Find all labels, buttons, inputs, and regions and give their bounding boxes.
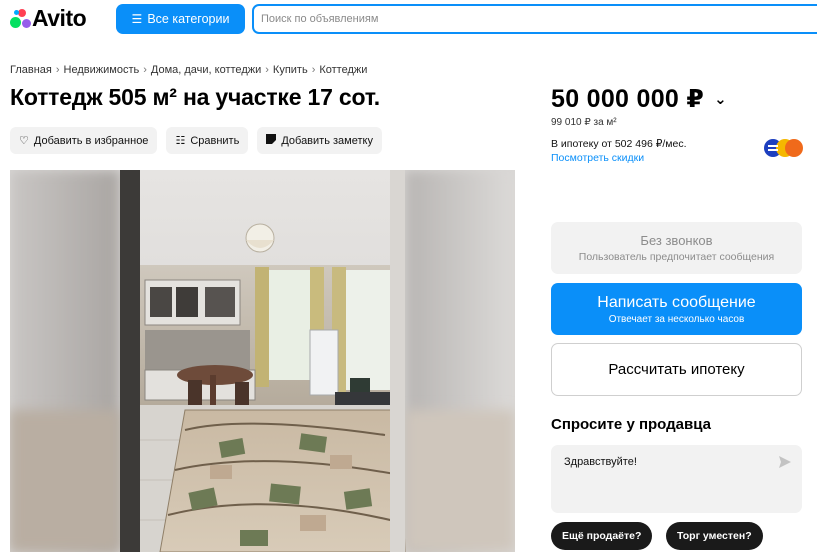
write-message-button[interactable]: Написать сообщение Отвечает за несколько… xyxy=(551,283,802,335)
no-calls-button[interactable]: Без звонков Пользователь предпочитает со… xyxy=(551,222,802,274)
chevron-right-icon: › xyxy=(311,64,316,76)
avito-logo[interactable]: Avito xyxy=(10,4,87,32)
add-note-label: Добавить заметку xyxy=(281,134,373,147)
price-value: 50 000 000 ₽ xyxy=(551,85,705,113)
compare-label: Сравнить xyxy=(190,134,240,147)
heart-icon: ♡ xyxy=(19,135,29,147)
add-to-favorites-label: Добавить в избранное xyxy=(33,134,149,147)
calculate-mortgage-button[interactable]: Рассчитать ипотеку xyxy=(551,343,802,396)
send-icon[interactable] xyxy=(778,455,792,469)
listing-title: Коттедж 505 м² на участке 17 сот. xyxy=(10,84,380,110)
write-message-title: Написать сообщение xyxy=(597,293,756,311)
bank-partner-icon xyxy=(764,139,803,157)
price-per-m2: 99 010 ₽ за м² xyxy=(551,117,617,128)
interior-photo-image xyxy=(10,170,515,552)
chevron-right-icon: › xyxy=(265,64,269,76)
quick-question-still-selling[interactable]: Ещё продаёте? xyxy=(551,522,653,550)
calculate-mortgage-label: Рассчитать ипотеку xyxy=(608,361,745,378)
search-input[interactable] xyxy=(261,13,817,25)
chevron-down-icon[interactable]: ⌄ xyxy=(714,90,727,108)
add-to-favorites-button[interactable]: ♡ Добавить в избранное xyxy=(10,127,158,154)
breadcrumb-buy[interactable]: Купить xyxy=(273,64,308,76)
no-calls-subtitle: Пользователь предпочитает сообщения xyxy=(578,251,775,263)
chevron-right-icon: › xyxy=(55,64,60,76)
compare-button[interactable]: ☷ Сравнить xyxy=(166,127,249,154)
breadcrumb-real-estate[interactable]: Недвижимость xyxy=(64,64,140,76)
breadcrumb-houses[interactable]: Дома, дачи, коттеджи xyxy=(151,64,261,76)
all-categories-button[interactable]: ☰ Все категории xyxy=(116,4,245,34)
logo-dots-icon xyxy=(10,8,31,28)
breadcrumb: Главная › Недвижимость › Дома, дачи, кот… xyxy=(10,64,367,76)
filter-list-icon: ☰ xyxy=(131,12,143,26)
mortgage-monthly: В ипотеку от 502 496 ₽/мес. xyxy=(551,138,687,150)
all-categories-label: Все категории xyxy=(147,12,230,26)
view-discounts-link[interactable]: Посмотреть скидки xyxy=(551,152,644,164)
breadcrumb-cottages[interactable]: Коттеджи xyxy=(319,64,367,76)
quick-question-bargain[interactable]: Торг уместен? xyxy=(666,522,763,550)
breadcrumb-home[interactable]: Главная xyxy=(10,64,52,76)
ask-seller-title: Спросите у продавца xyxy=(551,416,711,433)
logo-text: Avito xyxy=(32,4,87,31)
no-calls-title: Без звонков xyxy=(640,233,713,248)
search-bar[interactable] xyxy=(252,4,817,34)
chevron-right-icon: › xyxy=(143,64,147,76)
note-icon xyxy=(266,134,277,147)
add-note-button[interactable]: Добавить заметку xyxy=(257,127,382,154)
listing-photo[interactable] xyxy=(10,170,515,552)
ask-message-field[interactable]: Здравствуйте! xyxy=(551,445,802,513)
price[interactable]: 50 000 000 ₽ ⌄ xyxy=(551,84,727,114)
compare-icon: ☷ xyxy=(175,135,186,147)
listing-actions: ♡ Добавить в избранное ☷ Сравнить Добави… xyxy=(10,127,382,154)
write-message-subtitle: Отвечает за несколько часов xyxy=(608,313,745,325)
ask-message-text: Здравствуйте! xyxy=(564,456,637,468)
